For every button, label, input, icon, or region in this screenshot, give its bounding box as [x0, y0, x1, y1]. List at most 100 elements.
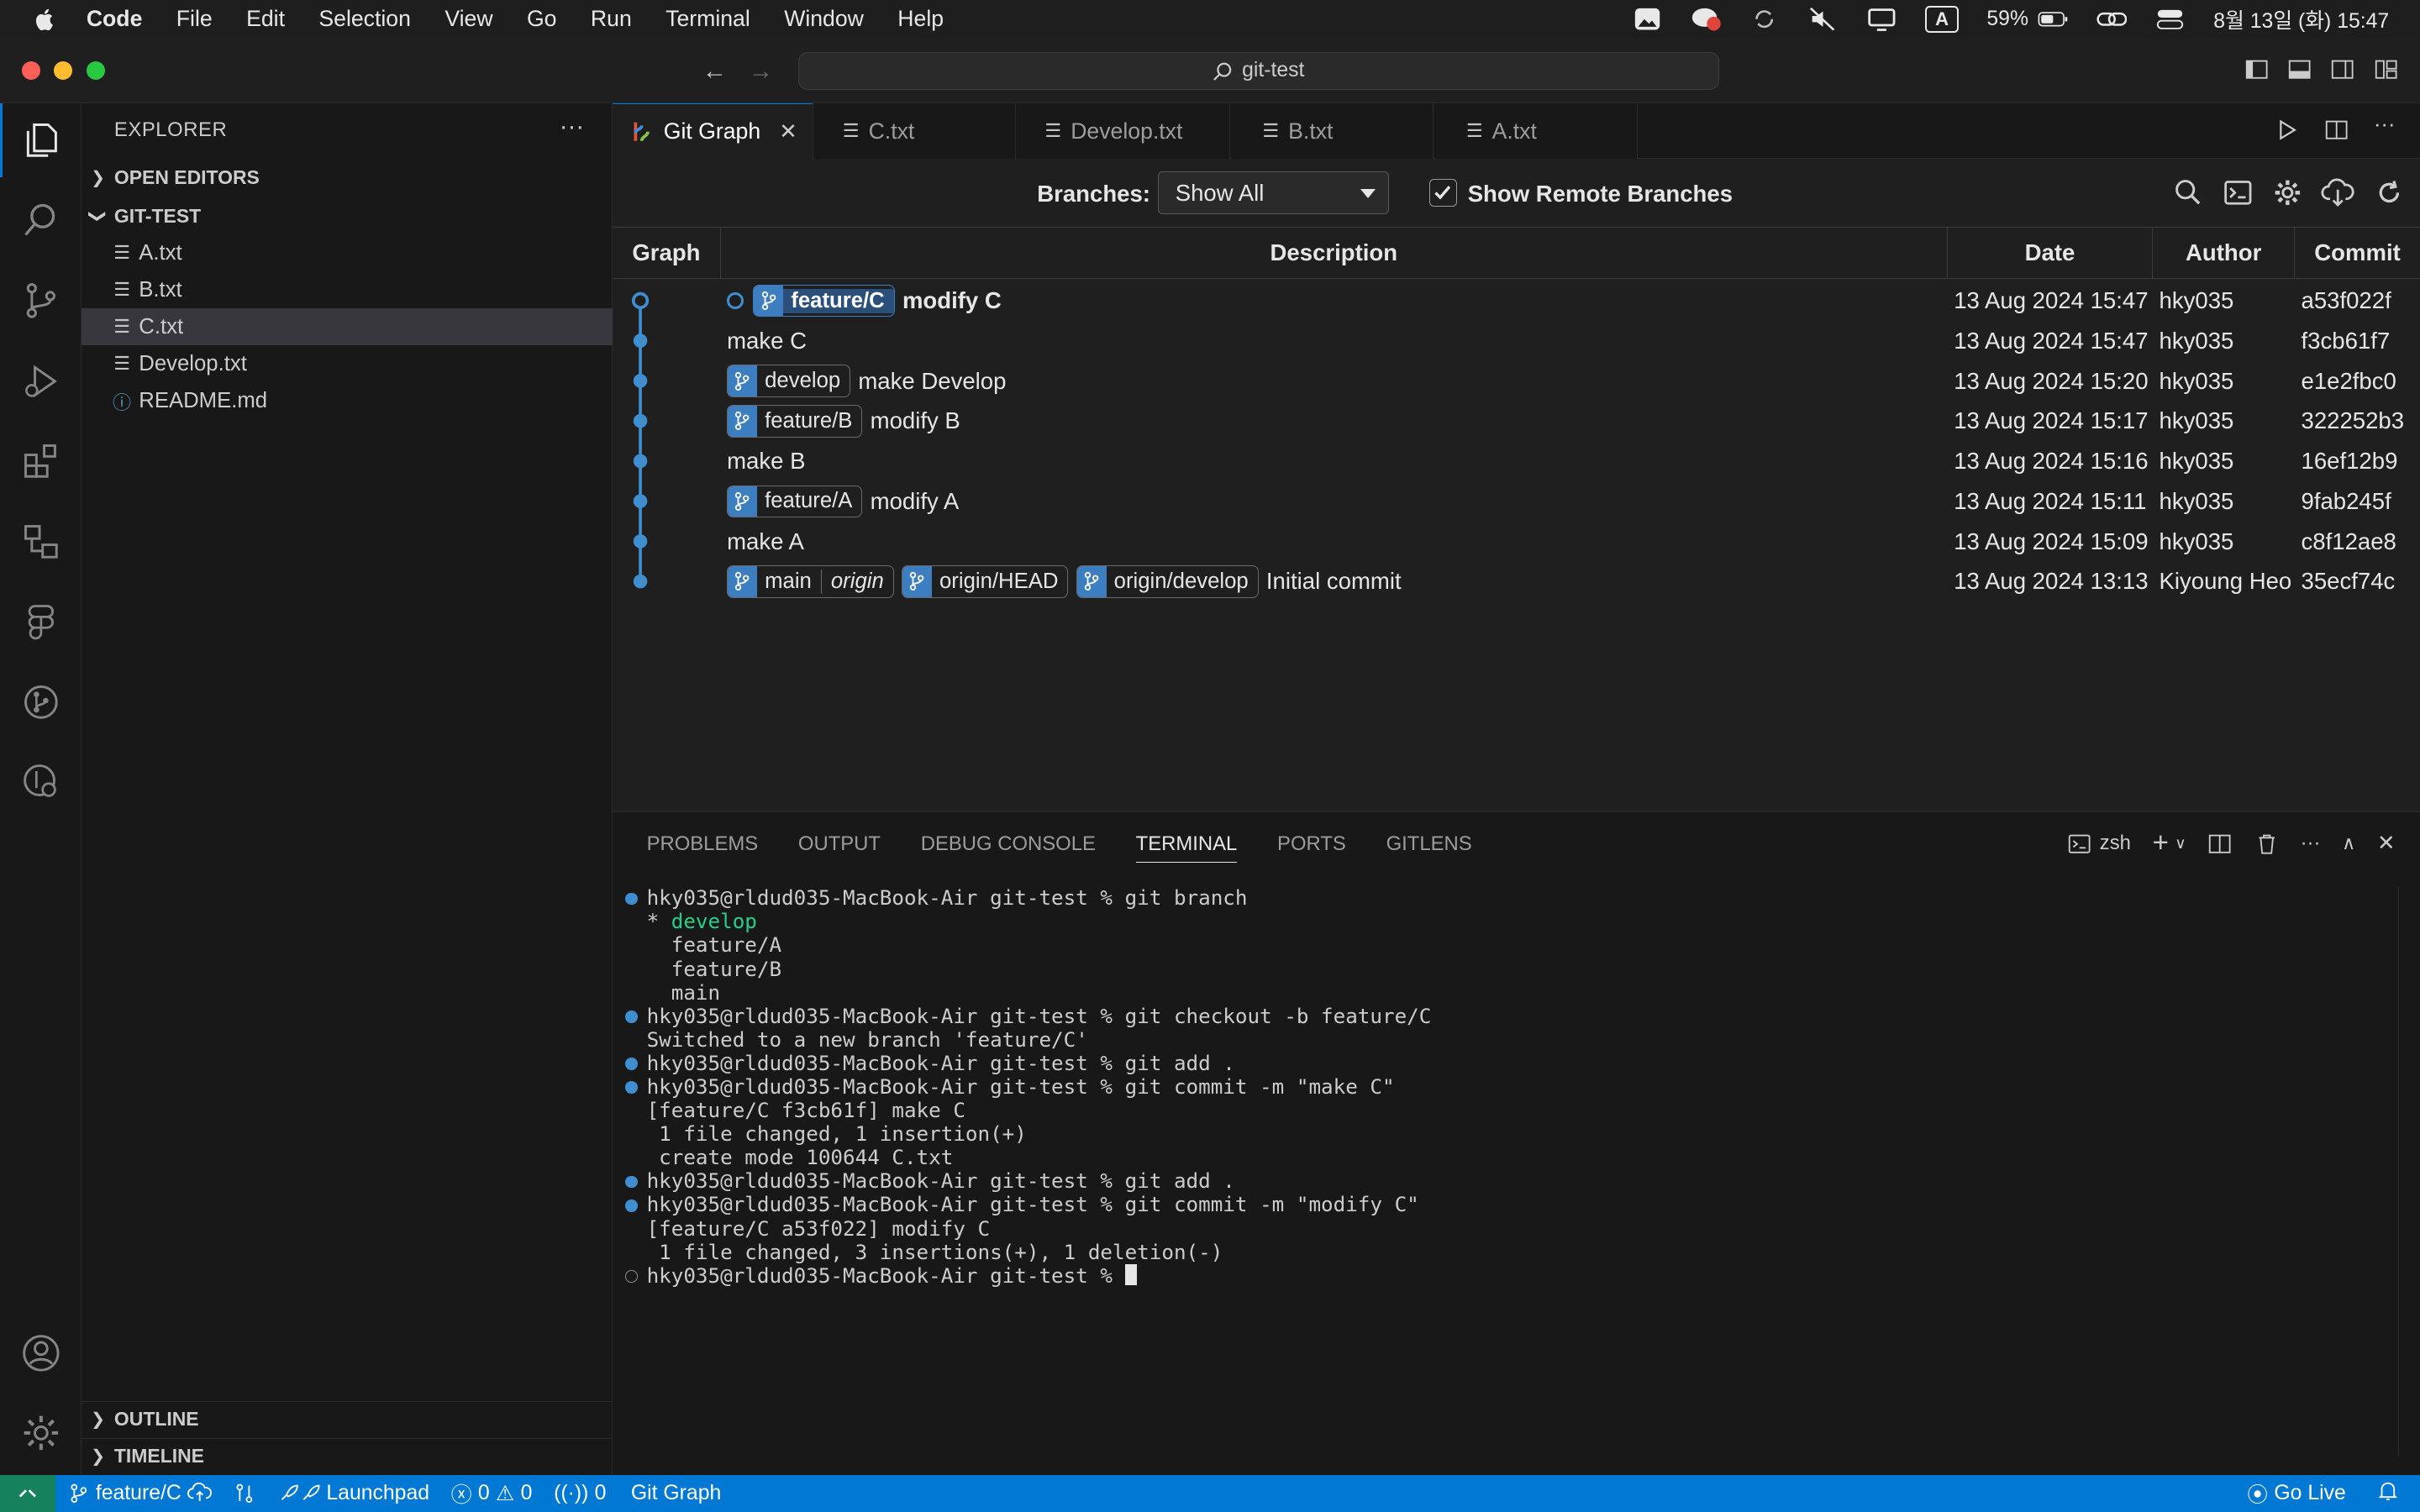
file-c-txt[interactable]: ☰ C.txt: [82, 308, 613, 346]
link-icon[interactable]: [2096, 7, 2128, 31]
customize-layout-icon[interactable]: [2374, 57, 2398, 81]
launchpad-status[interactable]: Launchpad: [277, 1482, 429, 1505]
commit-row[interactable]: main origin origin/HEAD origin/develop Initi…: [613, 562, 2420, 602]
toggle-primary-sidebar-icon[interactable]: [2244, 57, 2269, 81]
remote-indicator-icon[interactable]: [0, 1474, 56, 1512]
column-graph[interactable]: Graph: [613, 227, 721, 279]
command-decoration-icon[interactable]: [624, 1081, 638, 1095]
mute-icon[interactable]: [1807, 7, 1839, 31]
terminal-output[interactable]: hky035@rldud035-MacBook-Air git-test % g…: [613, 886, 2387, 1288]
branch-indicator[interactable]: feature/C: [68, 1482, 213, 1505]
trash-icon[interactable]: [2254, 832, 2279, 856]
commit-row[interactable]: feature/A modify A 13 Aug 2024 15:11 hky035…: [613, 481, 2420, 522]
explorer-icon[interactable]: [0, 103, 82, 178]
close-panel-icon[interactable]: ✕: [2377, 831, 2396, 856]
extensions-icon[interactable]: [0, 424, 82, 498]
command-decoration-icon[interactable]: [624, 1011, 638, 1023]
file-readme-md[interactable]: ⓘ README.md: [82, 382, 613, 419]
menu-edit[interactable]: Edit: [246, 6, 285, 32]
zoom-window-button[interactable]: [86, 61, 105, 81]
battery-icon[interactable]: [2038, 7, 2069, 31]
accounts-icon[interactable]: [0, 1316, 82, 1390]
input-source-icon[interactable]: A: [1924, 6, 1960, 33]
menu-app-code[interactable]: Code: [87, 6, 143, 32]
split-editor-icon[interactable]: [2324, 118, 2349, 142]
photos-icon[interactable]: [1632, 7, 1663, 31]
git-graph-status-button[interactable]: Git Graph: [631, 1482, 721, 1505]
search-icon[interactable]: [0, 184, 82, 258]
go-live-button[interactable]: ⦿ Go Live: [2247, 1478, 2346, 1509]
command-decoration-icon[interactable]: [624, 1058, 638, 1070]
command-center-search[interactable]: git-test: [797, 52, 1720, 90]
branch-ref-label[interactable]: origin/develop: [1076, 565, 1259, 598]
sync-icon[interactable]: [1749, 7, 1781, 31]
run-debug-icon[interactable]: [0, 344, 82, 418]
figma-icon[interactable]: [0, 585, 82, 659]
commit-row[interactable]: make A 13 Aug 2024 15:09 hky035 c8f12ae8: [613, 522, 2420, 562]
toggle-secondary-sidebar-icon[interactable]: [2330, 57, 2354, 81]
tab-git-graph[interactable]: Git Graph ✕: [613, 103, 813, 160]
show-remote-branches-checkbox[interactable]: [1428, 179, 1457, 207]
outline-section[interactable]: ❯ OUTLINE: [82, 1401, 613, 1438]
source-control-icon[interactable]: [0, 264, 82, 338]
tab-c-txt[interactable]: ☰ C.txt: [814, 103, 1016, 160]
menu-view[interactable]: View: [445, 6, 492, 32]
command-decoration-icon[interactable]: [624, 1270, 638, 1283]
split-terminal-icon[interactable]: [2207, 832, 2232, 856]
commit-row[interactable]: feature/B modify B 13 Aug 2024 15:17 hky035…: [613, 402, 2420, 442]
notifications-bell-icon[interactable]: [2377, 1480, 2399, 1508]
chevron-down-icon[interactable]: ∨: [2175, 834, 2186, 853]
branch-ref-label[interactable]: main origin: [727, 565, 894, 598]
file-b-txt[interactable]: ☰ B.txt: [82, 271, 613, 308]
settings-gear-icon[interactable]: [0, 1396, 82, 1470]
menu-go[interactable]: Go: [527, 6, 557, 32]
back-arrow-icon[interactable]: ←: [702, 57, 727, 86]
menu-terminal[interactable]: Terminal: [666, 6, 750, 32]
open-editors-section[interactable]: ❯ OPEN EDITORS: [82, 159, 613, 196]
tab-output[interactable]: OUTPUT: [798, 832, 881, 863]
tab-terminal[interactable]: TERMINAL: [1135, 832, 1238, 864]
minimize-window-button[interactable]: [54, 61, 73, 81]
menubar-datetime[interactable]: 8월 13일 (화) 15:47: [2213, 4, 2389, 34]
more-actions-icon[interactable]: ···: [2374, 113, 2396, 142]
git-graph-icon[interactable]: [0, 665, 82, 739]
chat-notification-icon[interactable]: [1691, 7, 1722, 31]
gitlens-inspect-icon[interactable]: [0, 745, 82, 819]
command-decoration-icon[interactable]: [624, 1175, 638, 1189]
branch-ref-label[interactable]: develop: [727, 365, 851, 397]
apple-icon[interactable]: [31, 5, 59, 33]
problems-status[interactable]: ⓧ 0 ⚠ 0: [451, 1478, 533, 1509]
timeline-section[interactable]: ❯ TIMELINE: [82, 1438, 613, 1475]
commit-row[interactable]: feature/C modify C 13 Aug 2024 15:47 hky035…: [613, 281, 2420, 321]
commit-row[interactable]: make B 13 Aug 2024 15:16 hky035 16ef12b9: [613, 441, 2420, 481]
column-description[interactable]: Description: [721, 227, 1948, 279]
close-tab-icon[interactable]: ✕: [779, 119, 797, 144]
remote-explorer-icon[interactable]: [0, 505, 82, 579]
close-window-button[interactable]: [21, 61, 40, 81]
commit-row[interactable]: develop make Develop 13 Aug 2024 15:20 hky0…: [613, 361, 2420, 402]
toggle-panel-icon[interactable]: [2287, 57, 2312, 81]
find-icon[interactable]: [2173, 177, 2204, 208]
terminal-icon[interactable]: [2223, 177, 2254, 208]
column-commit[interactable]: Commit: [2295, 228, 2420, 279]
branch-ref-label[interactable]: feature/B: [727, 405, 863, 438]
command-decoration-icon[interactable]: [624, 1199, 638, 1212]
tab-b-txt[interactable]: ☰ B.txt: [1231, 103, 1434, 160]
more-actions-icon[interactable]: ···: [560, 113, 584, 141]
tab-problems[interactable]: PROBLEMS: [647, 832, 759, 863]
new-terminal-plus-icon[interactable]: +: [2153, 827, 2169, 859]
menu-window[interactable]: Window: [784, 6, 864, 32]
show-remote-branches-label[interactable]: Show Remote Branches: [1468, 181, 1733, 207]
tab-gitlens[interactable]: GITLENS: [1386, 832, 1472, 863]
gitlens-graph-status[interactable]: [234, 1483, 255, 1504]
menu-selection[interactable]: Selection: [318, 6, 411, 32]
branches-dropdown[interactable]: Show All: [1157, 171, 1389, 215]
menu-run[interactable]: Run: [591, 6, 632, 32]
file-develop-txt[interactable]: ☰ Develop.txt: [82, 345, 613, 382]
folder-section-git-test[interactable]: ❯ GIT-TEST: [82, 197, 613, 234]
tab-develop-txt[interactable]: ☰ Develop.txt: [1017, 103, 1230, 160]
run-icon[interactable]: [2275, 118, 2299, 142]
maximize-panel-icon[interactable]: ∧: [2342, 832, 2355, 854]
branch-ref-label[interactable]: feature/C: [753, 284, 895, 318]
file-a-txt[interactable]: ☰ A.txt: [82, 234, 613, 271]
